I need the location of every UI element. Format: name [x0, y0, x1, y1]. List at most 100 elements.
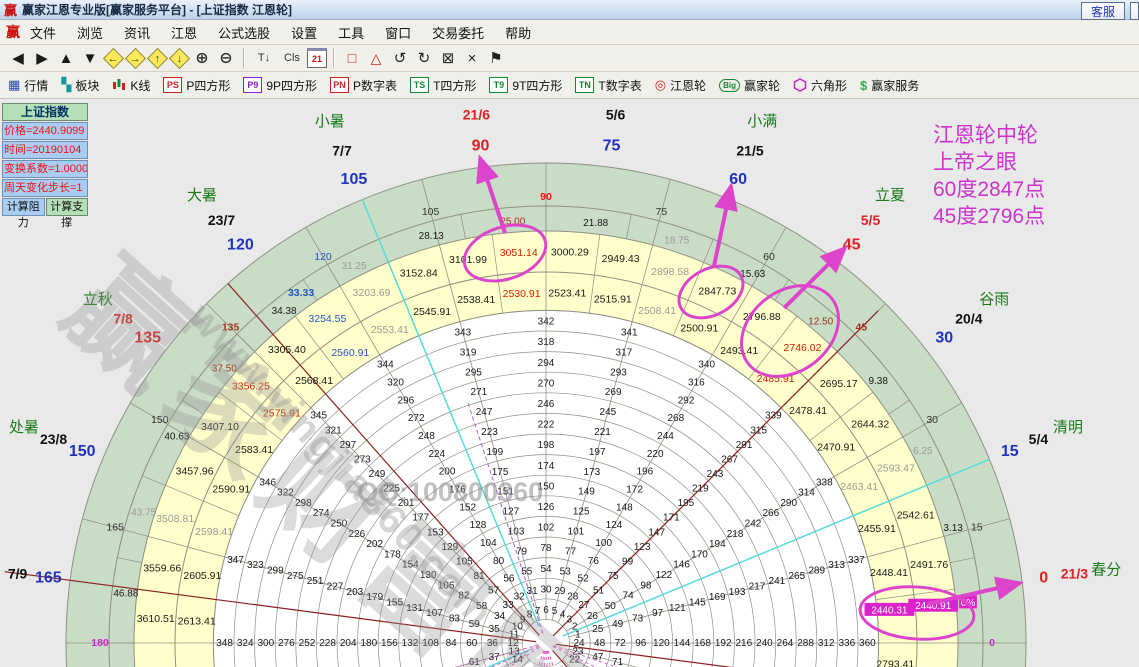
- svg-text:242: 242: [745, 519, 762, 530]
- flag-icon[interactable]: ⚑: [485, 48, 507, 69]
- rotate-cw-icon[interactable]: ↻: [413, 48, 435, 69]
- view-button-P数字表[interactable]: PN P数字表: [330, 77, 397, 94]
- svg-text:45: 45: [856, 322, 868, 334]
- svg-text:28.13: 28.13: [419, 231, 444, 242]
- customer-service-button[interactable]: 客服: [1080, 2, 1125, 20]
- svg-text:201: 201: [398, 498, 415, 509]
- svg-text:292: 292: [678, 395, 695, 406]
- svg-text:大暑: 大暑: [187, 187, 217, 204]
- svg-text:107: 107: [426, 608, 443, 619]
- svg-text:274: 274: [313, 508, 330, 519]
- cross-icon[interactable]: ×: [461, 48, 483, 69]
- view-button-江恩轮[interactable]: ◎ 江恩轮: [655, 77, 706, 94]
- svg-text:228: 228: [319, 638, 336, 649]
- menu-item-7[interactable]: 窗口: [385, 23, 411, 42]
- svg-text:322: 322: [277, 488, 294, 499]
- menu-item-0[interactable]: 文件: [30, 23, 56, 42]
- menu-item-3[interactable]: 江恩: [171, 23, 197, 42]
- pan-up-icon[interactable]: ↑: [146, 47, 168, 69]
- svg-text:0: 0: [1039, 570, 1048, 587]
- calendar-icon[interactable]: 21: [307, 48, 327, 68]
- svg-text:78: 78: [540, 543, 552, 554]
- view-button-P四方形[interactable]: PS P四方形: [163, 77, 230, 94]
- svg-text:155: 155: [386, 598, 403, 609]
- svg-text:123: 123: [634, 542, 651, 553]
- view-button-T四方形[interactable]: TS T四方形: [410, 77, 476, 94]
- svg-text:28: 28: [567, 592, 579, 603]
- view-button-9P四方形[interactable]: P9 9P四方形: [243, 77, 317, 94]
- pan-right-icon[interactable]: →: [124, 47, 146, 69]
- svg-text:179: 179: [366, 592, 383, 603]
- nav-forward-icon[interactable]: ▶: [31, 48, 53, 69]
- svg-text:220: 220: [647, 449, 664, 460]
- titlebar-extra-button[interactable]: [1130, 2, 1139, 20]
- rect-tool-icon[interactable]: □: [341, 48, 363, 69]
- cls-button[interactable]: Cls: [279, 48, 305, 69]
- 赢家服务-icon: $: [860, 77, 868, 93]
- svg-text:193: 193: [729, 587, 746, 598]
- svg-text:2590.91: 2590.91: [212, 484, 250, 496]
- svg-text:2463.41: 2463.41: [840, 481, 878, 493]
- svg-text:21.88: 21.88: [583, 218, 608, 229]
- zoom-out-icon[interactable]: ⊖: [215, 48, 237, 69]
- t-updown-icon[interactable]: T↓: [251, 48, 277, 69]
- svg-text:59: 59: [469, 619, 481, 630]
- menu-item-6[interactable]: 工具: [338, 23, 364, 42]
- svg-text:323: 323: [247, 560, 264, 571]
- svg-text:春分: 春分: [1091, 561, 1121, 578]
- calc-resistance-button[interactable]: 计算阻力: [2, 198, 45, 229]
- svg-text:58: 58: [476, 601, 488, 612]
- view-button-赢家轮[interactable]: Big 赢家轮: [719, 77, 780, 94]
- view-button-板块[interactable]: ▚ 板块: [61, 77, 99, 94]
- view-button-T数字表[interactable]: TN T数字表: [575, 77, 642, 94]
- svg-text:342: 342: [538, 317, 555, 328]
- nav-down-icon[interactable]: ▼: [79, 48, 101, 69]
- svg-text:130: 130: [420, 570, 437, 581]
- menu-item-4[interactable]: 公式选股: [218, 23, 270, 42]
- svg-text:57: 57: [488, 586, 500, 597]
- svg-text:2493.41: 2493.41: [720, 345, 758, 357]
- svg-text:316: 316: [688, 378, 705, 389]
- app-logo-icon: 赢: [4, 3, 18, 18]
- nav-back-icon[interactable]: ◀: [7, 48, 29, 69]
- svg-text:128: 128: [470, 520, 487, 531]
- view-button-行情[interactable]: ▦ 行情: [8, 77, 48, 94]
- svg-text:2898.58: 2898.58: [651, 266, 689, 278]
- view-button-9T四方形[interactable]: T9 9T四方形: [489, 77, 562, 94]
- triangle-tool-icon[interactable]: △: [365, 48, 387, 69]
- svg-text:270: 270: [538, 378, 555, 389]
- zoom-in-icon[interactable]: ⊕: [191, 48, 213, 69]
- view-button-赢家服务[interactable]: $ 赢家服务: [860, 77, 919, 94]
- 9T四方形-icon: T9: [489, 77, 509, 93]
- svg-text:31.25: 31.25: [341, 261, 366, 272]
- view-button-K线[interactable]: K线: [112, 77, 150, 94]
- pan-left-icon[interactable]: ←: [102, 47, 124, 69]
- menu-item-2[interactable]: 资讯: [124, 23, 150, 42]
- svg-text:3457.96: 3457.96: [176, 466, 214, 478]
- pan-down-icon[interactable]: ↓: [168, 47, 190, 69]
- svg-text:324: 324: [237, 638, 254, 649]
- menu-item-5[interactable]: 设置: [291, 23, 317, 42]
- rotate-ccw-icon[interactable]: ↺: [389, 48, 411, 69]
- xbox-icon[interactable]: ⊠: [437, 48, 459, 69]
- view-button-六角形[interactable]: 六角形: [793, 77, 847, 94]
- svg-text:146: 146: [673, 560, 690, 571]
- menu-item-1[interactable]: 浏览: [77, 23, 103, 42]
- svg-text:100: 100: [595, 538, 612, 549]
- svg-text:120: 120: [227, 237, 254, 254]
- menu-item-8[interactable]: 交易委托: [432, 23, 484, 42]
- svg-text:122: 122: [655, 570, 672, 581]
- svg-text:20/4: 20/4: [955, 311, 982, 327]
- svg-text:33.33: 33.33: [288, 287, 314, 299]
- svg-text:25: 25: [592, 624, 604, 635]
- svg-text:227: 227: [327, 582, 344, 593]
- nav-up-icon[interactable]: ▲: [55, 48, 77, 69]
- svg-text:347: 347: [227, 555, 244, 566]
- menu-item-9[interactable]: 帮助: [505, 23, 531, 42]
- svg-text:135: 135: [222, 322, 240, 334]
- P四方形-icon: PS: [163, 77, 183, 93]
- view-button-label: 行情: [24, 78, 49, 93]
- svg-text:2553.41: 2553.41: [371, 324, 409, 336]
- calc-support-button[interactable]: 计算支撑: [45, 198, 88, 229]
- svg-text:147: 147: [648, 527, 665, 538]
